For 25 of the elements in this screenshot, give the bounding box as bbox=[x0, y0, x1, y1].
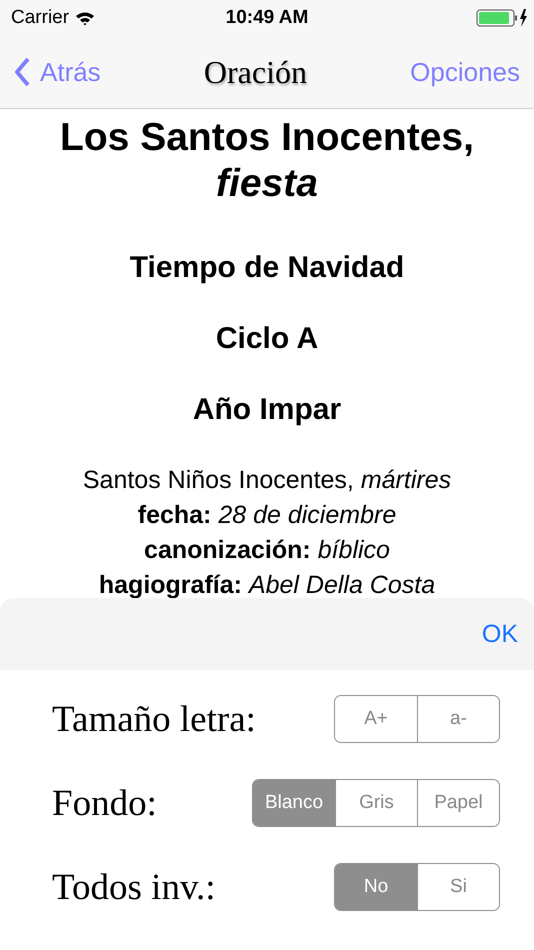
detail-line: Santos Niños Inocentes, mártires bbox=[82, 465, 452, 496]
option-label: Tamaño letra: bbox=[52, 698, 256, 740]
back-chevron-icon bbox=[14, 57, 30, 87]
option-label: Todos inv.: bbox=[52, 866, 216, 908]
screen-title: Oración bbox=[204, 54, 307, 90]
carrier-name: Carrier bbox=[11, 7, 70, 29]
wifi-icon bbox=[75, 10, 96, 26]
clock-time: 10:49 AM bbox=[224, 7, 310, 29]
segment-option[interactable]: Papel bbox=[417, 780, 499, 826]
option-label: Fondo: bbox=[52, 782, 157, 824]
segment-option[interactable]: Blanco bbox=[253, 780, 335, 826]
font-size-button[interactable]: a- bbox=[417, 696, 499, 742]
feast-title: Los Santos Inocentes, fiesta bbox=[59, 115, 475, 207]
segment-option[interactable]: No bbox=[335, 864, 417, 910]
segment-option[interactable]: Si bbox=[417, 864, 499, 910]
detail-line: canonización: bíblico bbox=[143, 535, 391, 566]
back-button[interactable]: Atrás bbox=[14, 56, 101, 88]
battery-icon bbox=[476, 8, 528, 28]
section-heading: Tiempo de Navidad bbox=[128, 250, 406, 285]
detail-line: hagiografía: Abel Della Costa bbox=[98, 570, 436, 601]
detail-line: fecha: 28 de diciembre bbox=[136, 500, 398, 531]
section-heading: Año Impar bbox=[192, 392, 342, 427]
section-heading: Ciclo A bbox=[214, 321, 320, 356]
options-button[interactable]: Opciones bbox=[410, 56, 520, 88]
ok-button[interactable]: OK bbox=[482, 620, 518, 648]
